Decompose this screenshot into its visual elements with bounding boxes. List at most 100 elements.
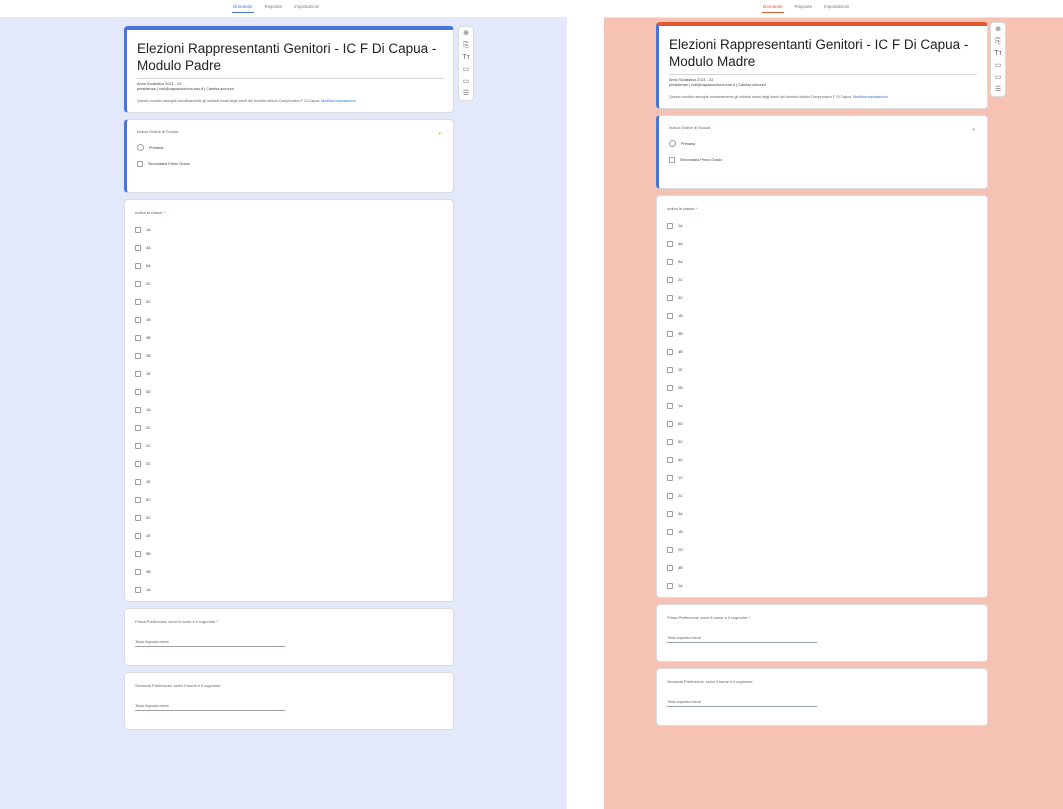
class-option-row[interactable]: 4C [667, 457, 977, 463]
class-option-row[interactable]: 4A [667, 241, 977, 247]
checkbox-icon[interactable] [135, 461, 141, 467]
class-option-row[interactable]: 3B [135, 335, 443, 341]
add-title-icon[interactable]: Tт [995, 50, 1002, 57]
tab-domande[interactable]: Domande [232, 4, 254, 13]
question-card-school-order[interactable]: Indica Ordine di Scuola ▾ Primaria Secon… [124, 119, 454, 193]
add-video-icon[interactable]: ▭ [995, 74, 1002, 81]
class-option-row[interactable]: 2C [135, 281, 443, 287]
class-option-row[interactable]: 2B [135, 353, 443, 359]
class-option-row[interactable]: 5C [667, 439, 977, 445]
class-option-row[interactable]: 1B [135, 317, 443, 323]
add-title-icon[interactable]: Tт [463, 54, 470, 61]
add-video-icon[interactable]: ▭ [463, 78, 470, 85]
class-option-row[interactable]: 5D [667, 421, 977, 427]
class-option-row[interactable]: 5C [135, 497, 443, 503]
checkbox-icon[interactable] [135, 407, 141, 413]
checkbox-icon[interactable] [667, 223, 673, 229]
checkbox-icon[interactable] [135, 281, 141, 287]
checkbox-icon[interactable] [135, 425, 141, 431]
class-option-row[interactable]: 2C [667, 493, 977, 499]
class-option-row[interactable]: 3C [135, 299, 443, 305]
short-answer-field[interactable]: Testo risposta breve [667, 636, 817, 643]
class-option-row[interactable]: 2C [135, 425, 443, 431]
checkbox-icon[interactable] [135, 299, 141, 305]
tab-domande[interactable]: Domande [762, 4, 784, 13]
short-answer-field[interactable]: Testo risposta breve [667, 700, 817, 707]
checkbox-icon[interactable] [667, 475, 673, 481]
checkbox-icon[interactable] [667, 421, 673, 427]
checkbox-icon[interactable] [135, 353, 141, 359]
settings-link[interactable]: Modifica impostazioni [321, 99, 355, 103]
class-option-row[interactable]: 2D [667, 547, 977, 553]
class-option-row[interactable]: 1A [667, 583, 977, 589]
class-option-row[interactable]: 3B [667, 331, 977, 337]
checkbox-icon[interactable] [135, 569, 141, 575]
checkbox-icon[interactable] [135, 245, 141, 251]
class-option-row[interactable]: 5A [135, 263, 443, 269]
chevron-down-icon[interactable]: ▾ [438, 131, 441, 137]
class-option-row[interactable]: 1A [135, 227, 443, 233]
tab-impostazioni[interactable]: Impostazioni [823, 4, 850, 13]
class-option-row[interactable]: 1E [135, 479, 443, 485]
checkbox-icon[interactable] [667, 403, 673, 409]
checkbox-icon[interactable] [667, 511, 673, 517]
checkbox-icon[interactable] [667, 385, 673, 391]
question-card-class[interactable]: Indica la classe * 1A 4A 5A 2C 3C 1B 3B 4B 1E 2B 1… [656, 195, 988, 598]
option-row[interactable]: Primaria [669, 140, 977, 147]
question-card-first-preference[interactable]: Prima Preferenza: scrivi il nome e il co… [124, 608, 454, 666]
question-card-second-preference[interactable]: Seconda Preferenza: scrivi il nome e il … [656, 668, 988, 726]
question-card-second-preference[interactable]: Seconda Preferenza: scrivi il nome e il … [124, 672, 454, 730]
class-option-row[interactable]: 2C [135, 443, 443, 449]
class-option-row[interactable]: 3A [667, 511, 977, 517]
class-option-row[interactable]: 1E [135, 371, 443, 377]
short-answer-field[interactable]: Testo risposta breve [135, 704, 285, 711]
checkbox-icon[interactable] [667, 457, 673, 463]
checkbox-icon[interactable] [667, 547, 673, 553]
checkbox-icon[interactable] [667, 259, 673, 265]
question-card-school-order[interactable]: Indica Ordine di Scuola ▾ Primaria Secon… [656, 115, 988, 189]
checkbox-icon[interactable] [669, 157, 675, 163]
checkbox-icon[interactable] [135, 533, 141, 539]
checkbox-icon[interactable] [667, 565, 673, 571]
class-option-row[interactable]: 5B [135, 551, 443, 557]
add-section-icon[interactable]: ☰ [463, 90, 470, 97]
import-questions-icon[interactable]: ⎘ [463, 42, 470, 49]
form-header-card[interactable]: Elezioni Rappresentanti Genitori - IC F … [124, 26, 454, 113]
checkbox-icon[interactable] [667, 295, 673, 301]
add-question-icon[interactable]: ⊕ [995, 26, 1002, 33]
class-option-row[interactable]: 5D [135, 389, 443, 395]
form-header-card[interactable]: Elezioni Rappresentanti Genitori - IC F … [656, 22, 988, 109]
class-option-row[interactable]: 1A [667, 223, 977, 229]
tab-risposte[interactable]: Risposte [794, 4, 814, 13]
chevron-down-icon[interactable]: ▾ [972, 127, 975, 133]
checkbox-icon[interactable] [135, 587, 141, 593]
checkbox-icon[interactable] [135, 497, 141, 503]
class-option-row[interactable]: 4B [667, 349, 977, 355]
form-title[interactable]: Elezioni Rappresentanti Genitori - IC F … [669, 36, 979, 70]
checkbox-icon[interactable] [135, 263, 141, 269]
add-question-icon[interactable]: ⊕ [463, 30, 470, 37]
radio-icon[interactable] [669, 140, 676, 147]
checkbox-icon[interactable] [667, 241, 673, 247]
class-option-row[interactable]: 3C [135, 461, 443, 467]
form-title[interactable]: Elezioni Rappresentanti Genitori - IC F … [137, 40, 447, 74]
radio-icon[interactable] [137, 144, 144, 151]
checkbox-icon[interactable] [135, 335, 141, 341]
checkbox-icon[interactable] [667, 349, 673, 355]
class-option-row[interactable]: 1A [667, 403, 977, 409]
tab-risposte[interactable]: Risposte [264, 4, 284, 13]
class-option-row[interactable]: 4A [135, 245, 443, 251]
add-image-icon[interactable]: ▭ [995, 62, 1002, 69]
checkbox-icon[interactable] [667, 331, 673, 337]
checkbox-icon[interactable] [667, 493, 673, 499]
class-option-row[interactable]: 2B [667, 385, 977, 391]
class-option-row[interactable]: 1E [135, 533, 443, 539]
question-card-class[interactable]: Indica la classe * 1A 4A 5A 2C 3C 1B 3B 2B 1E 5D 1… [124, 199, 454, 602]
checkbox-icon[interactable] [135, 317, 141, 323]
settings-link[interactable]: Modifica impostazioni [853, 95, 887, 99]
checkbox-icon[interactable] [135, 227, 141, 233]
class-option-row[interactable]: 1E [667, 367, 977, 373]
class-option-row[interactable]: 1A [135, 587, 443, 593]
checkbox-icon[interactable] [137, 161, 143, 167]
checkbox-icon[interactable] [667, 439, 673, 445]
